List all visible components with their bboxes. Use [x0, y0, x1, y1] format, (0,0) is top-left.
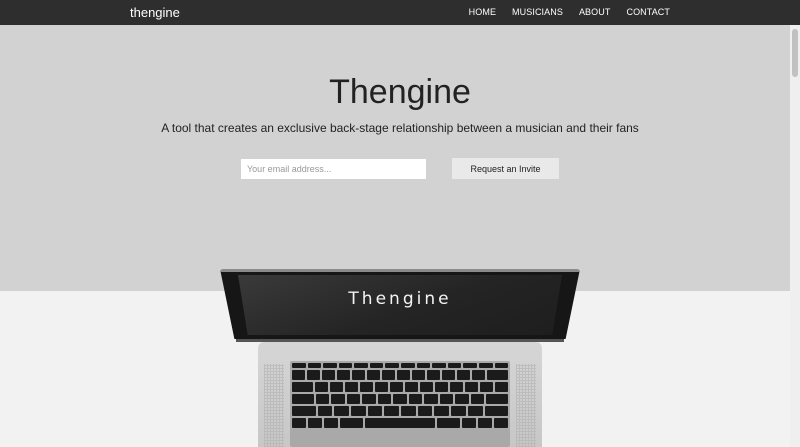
brand-logo[interactable]: thengine — [130, 5, 180, 20]
laptop-keyboard — [290, 361, 510, 447]
hero-subtitle: A tool that creates an exclusive back-st… — [161, 121, 639, 135]
email-input[interactable] — [241, 159, 426, 179]
request-invite-button[interactable]: Request an Invite — [452, 158, 559, 179]
nav-home[interactable]: HOME — [469, 7, 496, 17]
laptop-illustration: Thengine — [220, 269, 580, 447]
hero-section: Thengine A tool that creates an exclusiv… — [0, 25, 800, 291]
page-scrollbar[interactable] — [790, 25, 800, 447]
hero-title: Thengine — [329, 73, 471, 111]
scrollbar-thumb[interactable] — [792, 29, 798, 77]
speaker-grille-right — [516, 364, 536, 447]
laptop-screen-logo: Thengine — [348, 289, 452, 309]
main-nav: HOME MUSICIANS ABOUT CONTACT — [469, 7, 670, 17]
top-navbar: thengine HOME MUSICIANS ABOUT CONTACT — [0, 0, 800, 25]
speaker-grille-left — [264, 364, 284, 447]
laptop-lid-rim — [220, 269, 580, 272]
laptop-base — [258, 342, 542, 447]
nav-contact[interactable]: CONTACT — [626, 7, 670, 17]
nav-musicians[interactable]: MUSICIANS — [512, 7, 563, 17]
nav-about[interactable]: ABOUT — [579, 7, 611, 17]
